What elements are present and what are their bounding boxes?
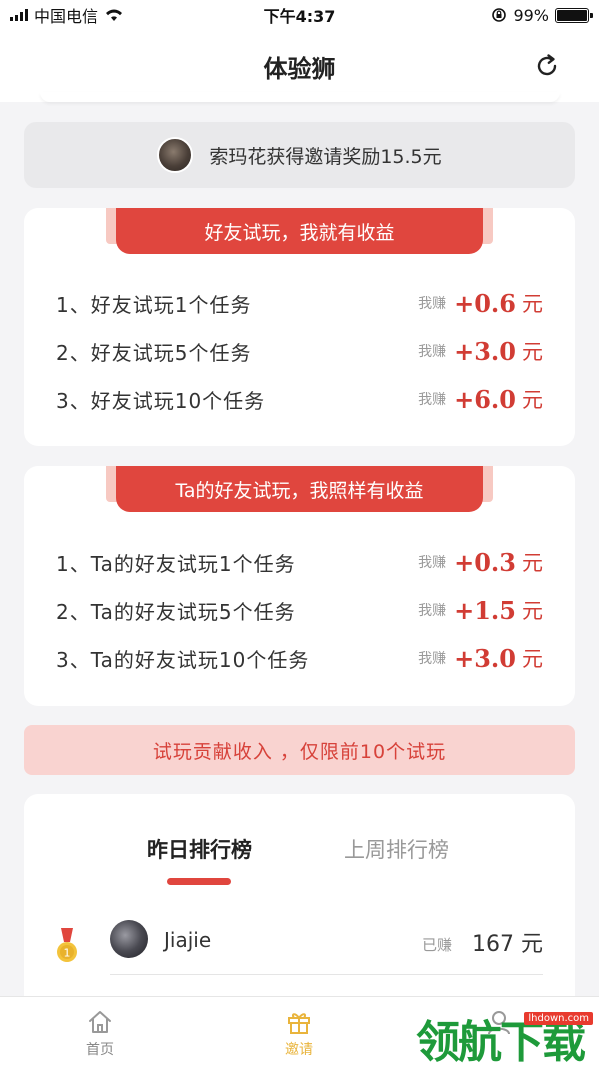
reward-row: 2、Ta的好友试玩5个任务 我赚 +1.5 元 — [56, 590, 543, 630]
home-icon — [89, 1011, 111, 1033]
reward-amount: +3.0 — [454, 336, 516, 366]
announcement-banner: 索玛花获得邀请奖励15.5元 — [24, 122, 575, 188]
tab-label: 首页 — [86, 1042, 114, 1058]
tab-indicator — [167, 878, 231, 885]
reward-amount: +0.6 — [454, 288, 516, 318]
earn-label: 我赚 — [418, 344, 447, 360]
tab-label: 邀请 — [285, 1042, 313, 1058]
signal-icon — [10, 9, 28, 21]
rank-amount: 167 元 — [472, 932, 543, 957]
reward-row: 1、Ta的好友试玩1个任务 我赚 +0.3 元 — [56, 542, 543, 582]
earn-label: 我赚 — [418, 296, 447, 312]
avatar — [110, 920, 148, 958]
reward-label: 2、好友试玩5个任务 — [56, 340, 252, 365]
reward-amount: +1.5 — [454, 595, 516, 625]
tab-yesterday-ranking[interactable]: 昨日排行榜 — [147, 834, 252, 864]
wifi-icon — [106, 9, 123, 21]
reward-row: 1、好友试玩1个任务 我赚 +0.6 元 — [56, 283, 543, 323]
card-ribbon: Ta的好友试玩，我照样有收益 — [106, 466, 493, 512]
ranking-card: 昨日排行榜 上周排行榜 1 Jiajie 已赚 167 元 — [24, 794, 575, 1014]
previous-card-edge — [40, 92, 560, 102]
reward-row: 3、Ta的好友试玩10个任务 我赚 +3.0 元 — [56, 638, 543, 678]
divider — [110, 974, 543, 975]
reward-unit: 元 — [522, 551, 543, 575]
battery-icon — [555, 7, 593, 23]
reward-amount: +0.3 — [454, 547, 516, 577]
tab-last-week-ranking[interactable]: 上周排行榜 — [344, 834, 449, 864]
earn-label: 我赚 — [418, 392, 447, 408]
reward-card-friends-of-friends: Ta的好友试玩，我照样有收益 1、Ta的好友试玩1个任务 我赚 +0.3 元 2… — [24, 466, 575, 706]
tab-invite[interactable]: 邀请 — [254, 1007, 344, 1059]
reward-label: 1、好友试玩1个任务 — [56, 292, 252, 317]
gift-icon — [288, 1013, 310, 1034]
reward-label: 3、Ta的好友试玩10个任务 — [56, 647, 310, 672]
card-title: Ta的好友试玩，我照样有收益 — [116, 466, 483, 512]
card-ribbon: 好友试玩，我就有收益 — [106, 208, 493, 254]
earn-label: 我赚 — [418, 651, 447, 667]
card-title: 好友试玩，我就有收益 — [116, 208, 483, 254]
reward-amount: +3.0 — [454, 643, 516, 673]
status-bar: 中国电信 下午4:37 99% — [0, 0, 599, 30]
earned-label: 已赚 — [422, 936, 453, 954]
rank-name: Jiajie — [164, 928, 212, 952]
reward-card-friends: 好友试玩，我就有收益 1、好友试玩1个任务 我赚 +0.6 元 2、好友试玩5个… — [24, 208, 575, 446]
announcement-text: 索玛花获得邀请奖励15.5元 — [209, 145, 442, 168]
status-time: 下午4:37 — [263, 7, 336, 26]
reward-unit: 元 — [522, 292, 543, 316]
reward-row: 2、好友试玩5个任务 我赚 +3.0 元 — [56, 331, 543, 371]
tab-home[interactable]: 首页 — [55, 1007, 145, 1059]
reward-unit: 元 — [522, 599, 543, 623]
reward-unit: 元 — [522, 388, 543, 412]
reward-row: 3、好友试玩10个任务 我赚 +6.0 元 — [56, 379, 543, 419]
page-title: 体验狮 — [263, 54, 336, 83]
rotation-lock-icon — [492, 8, 507, 22]
notice-banner: 试玩贡献收入 ，仅限前10个试玩 — [24, 725, 575, 775]
earn-label: 我赚 — [418, 555, 447, 571]
reward-unit: 元 — [522, 340, 543, 364]
reward-amount: +6.0 — [454, 384, 516, 414]
earn-label: 我赚 — [418, 603, 447, 619]
status-right: 99% — [389, 5, 593, 25]
medal-icon: 1 — [57, 928, 77, 962]
watermark: 领航下载 lhdown.com — [416, 1006, 599, 1066]
battery-percent: 99% — [513, 5, 549, 25]
rank-number: 1 — [64, 947, 71, 960]
avatar — [157, 137, 194, 173]
refresh-icon[interactable] — [533, 52, 561, 80]
status-left: 中国电信 — [10, 3, 210, 27]
reward-label: 1、Ta的好友试玩1个任务 — [56, 551, 296, 576]
reward-label: 2、Ta的好友试玩5个任务 — [56, 599, 296, 624]
carrier-label: 中国电信 — [34, 7, 99, 26]
reward-unit: 元 — [522, 647, 543, 671]
reward-label: 3、好友试玩10个任务 — [56, 388, 266, 413]
watermark-url: lhdown.com — [524, 1012, 593, 1025]
